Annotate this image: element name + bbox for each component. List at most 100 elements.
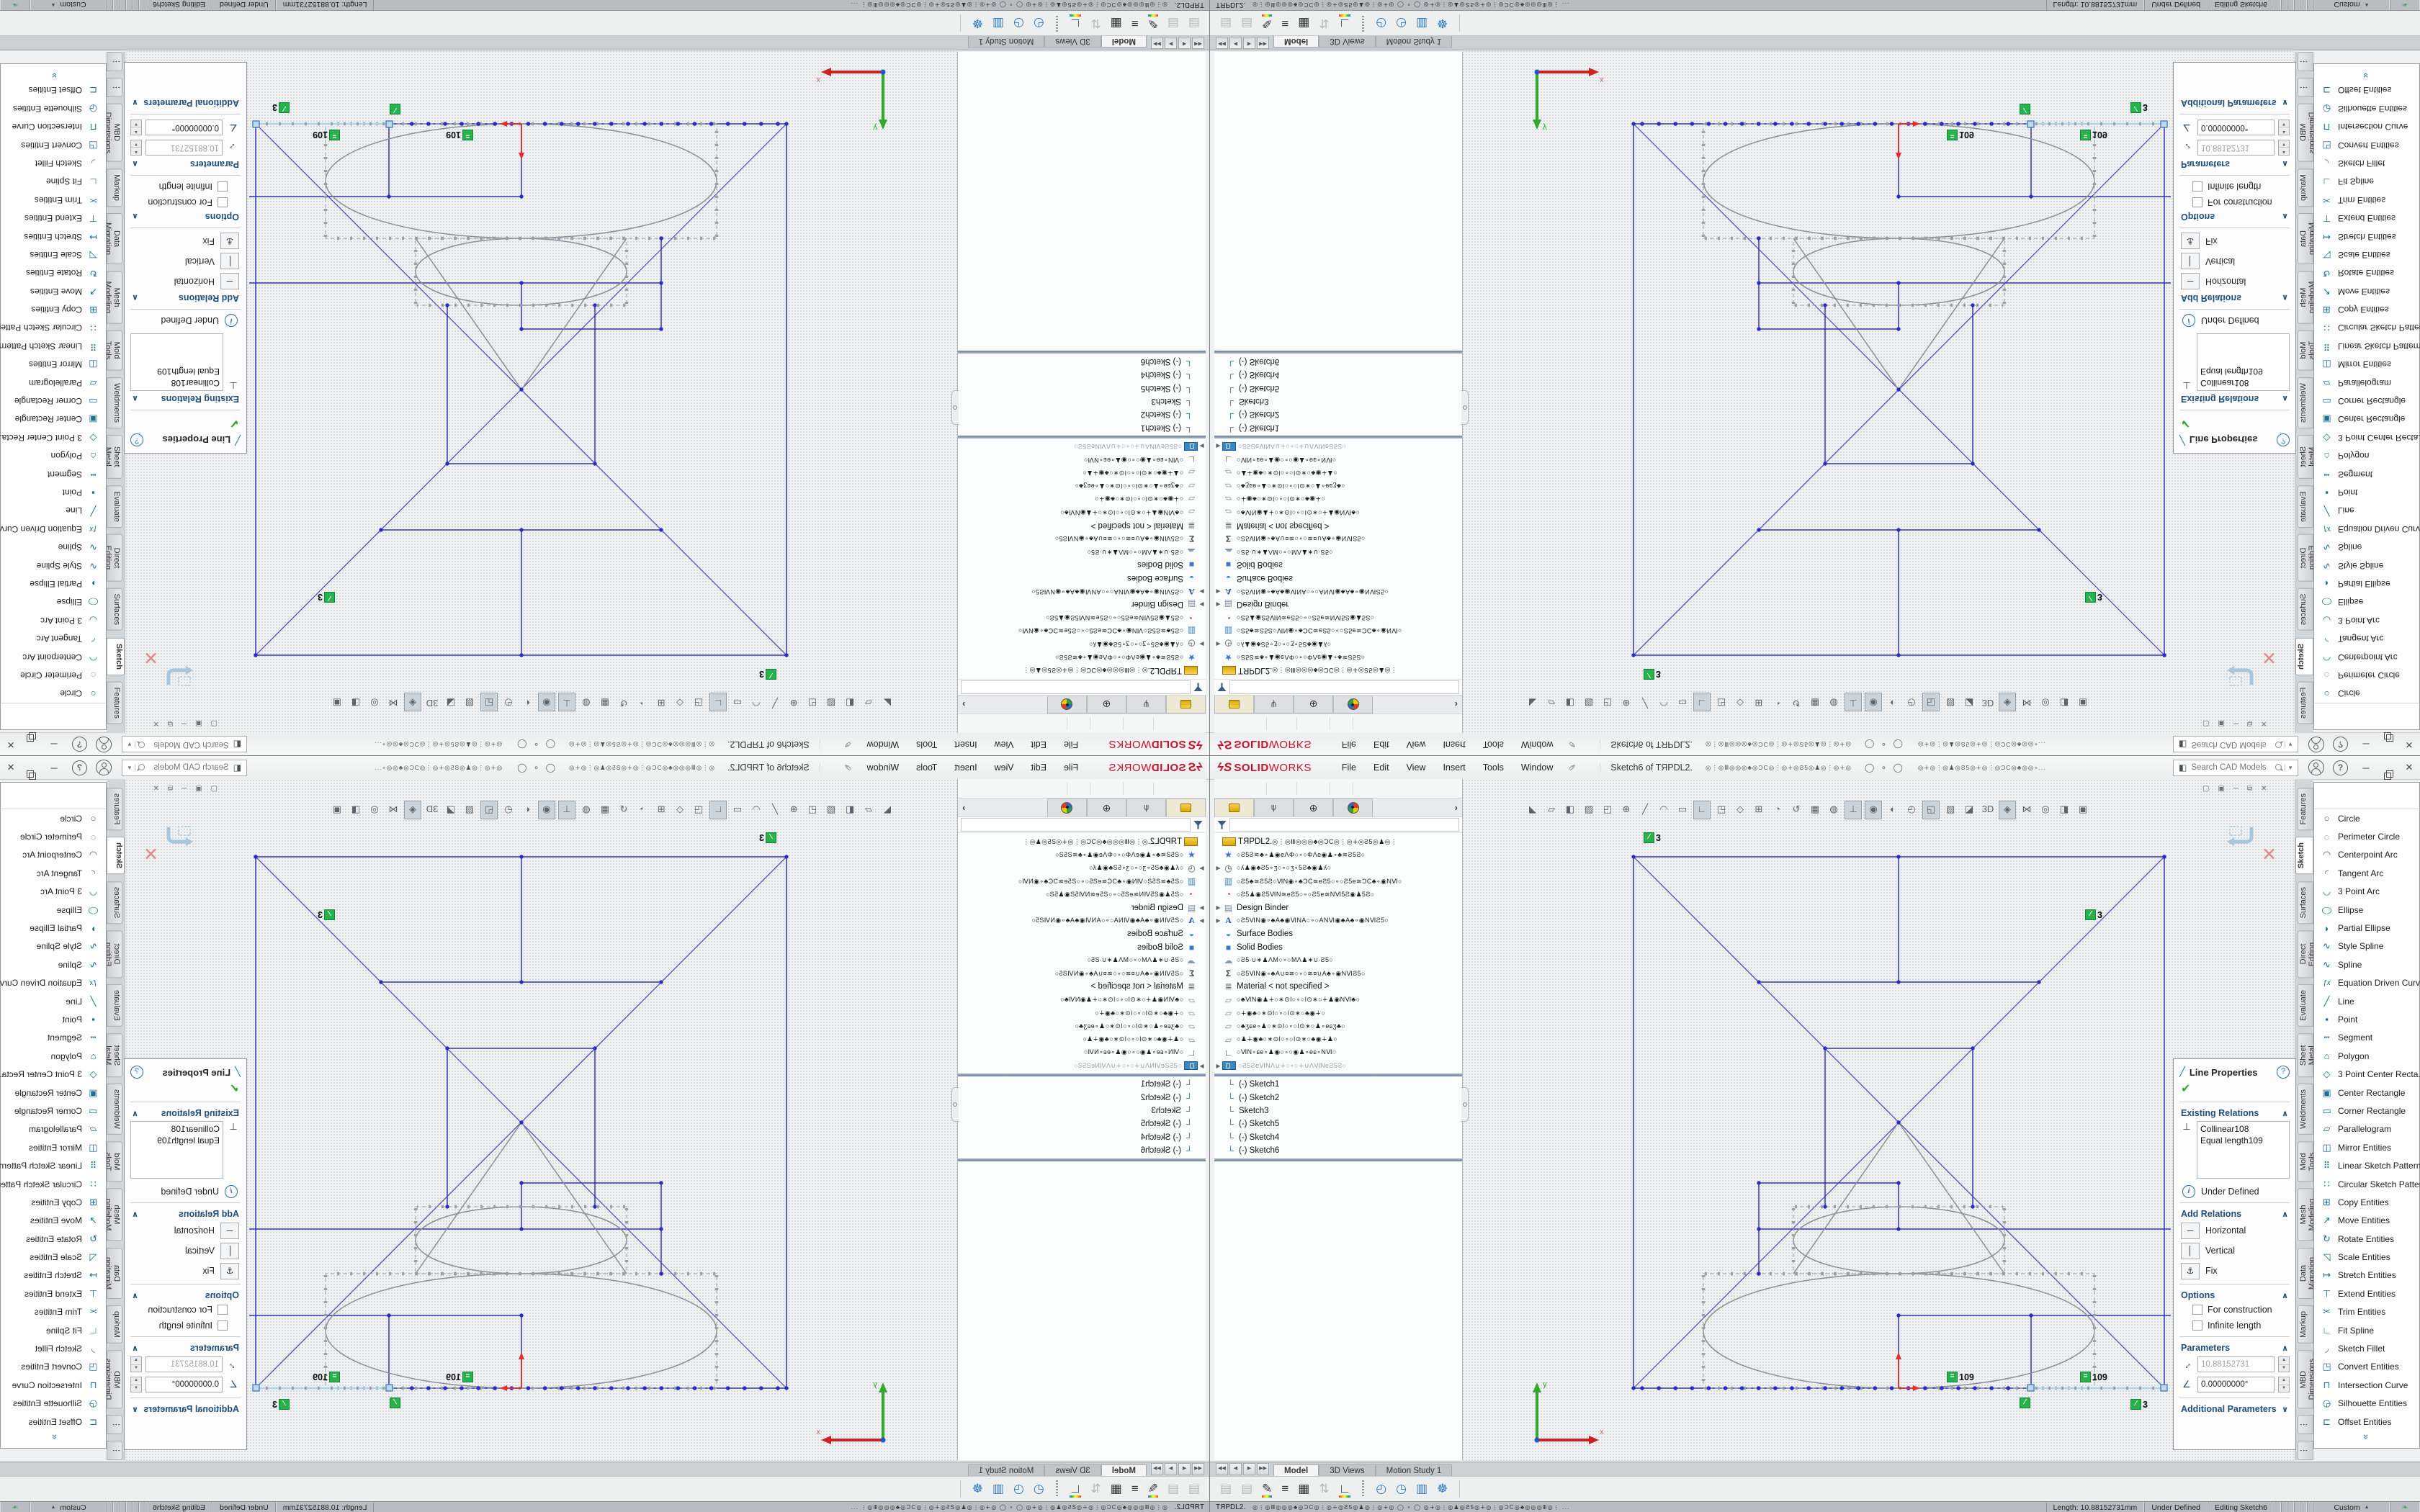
commandmanager-tab[interactable]: Direct Editing bbox=[107, 930, 122, 978]
confirmation-corner[interactable]: ✕ bbox=[2224, 659, 2257, 687]
add-relations-header[interactable]: Add Relations∧ bbox=[125, 1206, 246, 1220]
commandmanager-tab[interactable]: ⋮ bbox=[2298, 1441, 2313, 1460]
toolbar-icon[interactable]: ▦ bbox=[1807, 801, 1823, 818]
expand-arrow-icon[interactable]: ▶ bbox=[1198, 1063, 1206, 1069]
appearance-brush-icon[interactable]: ✎ bbox=[1262, 1482, 1272, 1496]
toolbar-icon[interactable]: ◳ bbox=[1713, 801, 1729, 818]
tool-item[interactable]: ⊏ Offset Entities bbox=[2314, 81, 2419, 99]
model-tab[interactable]: Motion Study 1 bbox=[1376, 35, 1453, 48]
relation-item[interactable]: Equal length109 bbox=[2200, 366, 2286, 377]
clipboard-check-icon[interactable]: ◴ bbox=[1376, 16, 1386, 30]
tree-row[interactable]: ▶ ○♟∔◉♣○∗⊙ǀ○∘○ǀ⊙∗○♣◉∔♟○ bbox=[958, 466, 1206, 479]
equal-relation-badge[interactable]: = 109 bbox=[446, 130, 473, 140]
tree-row[interactable]: ▶ Design Binder bbox=[958, 901, 1206, 914]
commandmanager-tab[interactable]: Direct Editing bbox=[107, 534, 122, 582]
commandmanager-tab[interactable]: Evaluate bbox=[2298, 984, 2313, 1027]
toolbar-icon[interactable]: ◇ bbox=[1732, 694, 1748, 711]
help-icon[interactable]: ? bbox=[2333, 760, 2348, 775]
commandmanager-tab[interactable]: Weldments bbox=[107, 377, 122, 428]
toolbar-icon[interactable]: ⊞ bbox=[1751, 801, 1767, 818]
flyout-more-chevron[interactable]: » bbox=[1, 1431, 106, 1441]
tree-row[interactable]: ▶ ○ʎ♟◉♣Ƨ5∘ʒ○∘○ʒ∘5Ƨ♣◉♟ʎ○ bbox=[958, 637, 1206, 650]
commandmanager-tab[interactable]: Sketch bbox=[107, 638, 125, 675]
tool-item[interactable]: ⊞ Copy Entities bbox=[1, 300, 106, 318]
toolbar-icon[interactable]: ▨ bbox=[1581, 694, 1597, 711]
tool-item[interactable]: ◡ 3 Point Arc bbox=[2314, 611, 2419, 629]
commandmanager-tab[interactable]: Evaluate bbox=[2298, 485, 2313, 528]
tool-item[interactable]: ↦ Stretch Entities bbox=[2314, 228, 2419, 246]
close-button[interactable]: ✕ bbox=[0, 739, 22, 750]
tool-item[interactable]: ◜ Tangent Arc bbox=[2314, 629, 2419, 647]
length-input[interactable] bbox=[2197, 140, 2275, 156]
collinear-relation-badge[interactable]: ∕ 3 bbox=[272, 102, 290, 113]
tree-row[interactable]: ▶ ○Ƨ5ⅥΝ◉∘♣A∪¤≋○∘○≋¤∪A♣∘◉ΝⅥƧ5○ bbox=[958, 967, 1206, 980]
options-header[interactable]: Options∧ bbox=[2174, 1287, 2295, 1302]
tool-item[interactable]: ◇ 3 Point Center Recta... bbox=[1, 1065, 106, 1083]
panel-splitter-handle[interactable] bbox=[951, 1087, 959, 1122]
options-header[interactable]: Options∧ bbox=[2174, 210, 2295, 225]
search-box[interactable]: ◧ ▼ bbox=[122, 737, 247, 753]
tree-row[interactable]: ▶ ○Ƨ5ⅥΝ◉∘♣A♣◉ⅥΝA○∘○AΝⅥ◉♣A♣∘◉ΝⅥƧ5○ bbox=[1214, 585, 1462, 598]
search-input[interactable] bbox=[145, 739, 230, 750]
sketch-tree-row[interactable]: (-) Sketch6 bbox=[958, 1144, 1206, 1157]
parameters-header[interactable]: Parameters∧ bbox=[2174, 158, 2295, 172]
ok-button[interactable]: ✔ bbox=[125, 1080, 246, 1099]
cancel-sketch-icon[interactable]: ✕ bbox=[2262, 844, 2277, 865]
tool-item[interactable]: ▭ Corner Rectangle bbox=[1, 392, 106, 410]
minimize-button[interactable]: ─ bbox=[43, 739, 65, 750]
toolbar-icon[interactable]: ◍ bbox=[1826, 801, 1842, 818]
tree-row[interactable]: ▶ ○ʎ♟◉♣Ƨ5∘ʒ○∘○ʒ∘5Ƨ♣◉♟ʎ○ bbox=[1214, 862, 1462, 875]
tool-item[interactable]: ⊞ Copy Entities bbox=[2314, 1193, 2419, 1211]
tool-item[interactable]: ◶ Silhouette Entities bbox=[2314, 99, 2419, 117]
tool-item[interactable]: ◇ 3 Point Center Recta... bbox=[2314, 1065, 2419, 1083]
commandmanager-tab[interactable]: MBD Dimensions bbox=[107, 1350, 122, 1408]
graphics-area[interactable] bbox=[1462, 50, 2295, 733]
exit-sketch-icon[interactable] bbox=[163, 662, 196, 687]
collinear-relation-badge[interactable]: ∕ 3 bbox=[2130, 1399, 2148, 1410]
configurationmanager-tab[interactable]: ⊕ bbox=[1294, 798, 1333, 816]
folder-check-icon[interactable]: ▥ bbox=[992, 16, 1004, 30]
search-dropdown-icon[interactable]: ▼ bbox=[125, 765, 135, 771]
tree-row[interactable]: ▶ ○ⅥΝ∘ɕe∘♟◉○∘○◉♟∘eɕ∘ΝⅥ○ bbox=[958, 1046, 1206, 1059]
tool-item[interactable]: ▱ Parallelogram bbox=[2314, 374, 2419, 392]
doc-minimize-icon[interactable]: ─ bbox=[182, 719, 187, 727]
existing-relations-header[interactable]: Existing Relations∧ bbox=[125, 392, 246, 407]
commandmanager-tab[interactable]: Sheet Metal bbox=[107, 435, 122, 479]
tool-item[interactable]: ⠿ Linear Sketch Pattern bbox=[1, 337, 106, 355]
sketch-tree-row[interactable]: (-) Sketch2 bbox=[1214, 1092, 1462, 1104]
angle-spinner[interactable]: ▲▼ bbox=[130, 120, 142, 135]
commandmanager-tab[interactable]: Mesh Modeling bbox=[2298, 271, 2313, 323]
relation-item[interactable]: Equal length109 bbox=[134, 366, 220, 377]
add-relation-button[interactable]: ⚓ Fix bbox=[2174, 1261, 2295, 1281]
relation-badge[interactable]: ∕ 3 bbox=[318, 592, 335, 603]
tool-item[interactable]: ◳ Convert Entities bbox=[1, 1358, 106, 1376]
doc-close-icon[interactable]: ✕ bbox=[153, 719, 158, 727]
featuremanager-tab[interactable] bbox=[1166, 696, 1206, 714]
menu-item[interactable]: Edit bbox=[1373, 762, 1389, 773]
menu-item[interactable]: Insert bbox=[954, 739, 977, 750]
expand-panel-arrow[interactable]: › bbox=[962, 802, 965, 813]
tree-row[interactable]: ▶ ○♣ʒɕe∘♟○∗⊙ǀ○∘○ǀ⊙∗○♟∘eɕʒ♣○ bbox=[1214, 480, 1462, 492]
infinite-length-checkbox[interactable]: Infinite length bbox=[2174, 179, 2295, 194]
relation-item[interactable]: Equal length109 bbox=[134, 1135, 220, 1146]
tool-item[interactable]: ◜ Tangent Arc bbox=[2314, 864, 2419, 882]
collinear-relation-badge[interactable]: ∕ bbox=[388, 104, 400, 114]
tool-item[interactable]: ◠ Centerpoint Arc bbox=[1, 846, 106, 864]
tool-item[interactable]: ⊓ Intersection Curve bbox=[1, 1376, 106, 1394]
tool-item[interactable]: ◇ 3 Point Center Recta... bbox=[1, 428, 106, 446]
search-input[interactable] bbox=[2190, 762, 2275, 773]
units-dropdown[interactable]: Custom▲ bbox=[30, 0, 107, 10]
tool-item[interactable]: ▭ Corner Rectangle bbox=[1, 1102, 106, 1120]
table-icon[interactable]: ▦ bbox=[1298, 16, 1309, 30]
panel-splitter-handle[interactable] bbox=[1461, 390, 1469, 425]
tree-row[interactable]: ▶ ○Ƨ5ⅥΝ◉∘♣A∪¤≋○∘○≋¤∪A♣∘◉ΝⅥƧ5○ bbox=[958, 532, 1206, 545]
filter-funnel-icon[interactable] bbox=[1217, 683, 1227, 692]
expand-arrow-icon[interactable]: ▶ bbox=[1198, 917, 1206, 924]
settings-gear-icon[interactable]: ☸ bbox=[972, 16, 983, 30]
tree-row[interactable]: ▶ ○Ƨ5Ƨ≋♣∘♟◉eΛΦ○∘○ΦΛe◉♟∘♣≋Ƨ5Ƨ○ bbox=[958, 650, 1206, 663]
toolbar-icon[interactable]: ◇ bbox=[1732, 801, 1748, 818]
tool-item[interactable]: ⠿ Linear Sketch Pattern bbox=[1, 1156, 106, 1174]
tree-row[interactable]: ▶ ○Ƨ5ⅥΝ◉∘♣A♣◉ⅥΝA○∘○AΝⅥ◉♣A♣∘◉ΝⅥƧ5○ bbox=[958, 914, 1206, 927]
tool-item[interactable]: ▭ Corner Rectangle bbox=[2314, 1102, 2419, 1120]
expand-arrow-icon[interactable]: ▶ bbox=[1198, 601, 1206, 608]
